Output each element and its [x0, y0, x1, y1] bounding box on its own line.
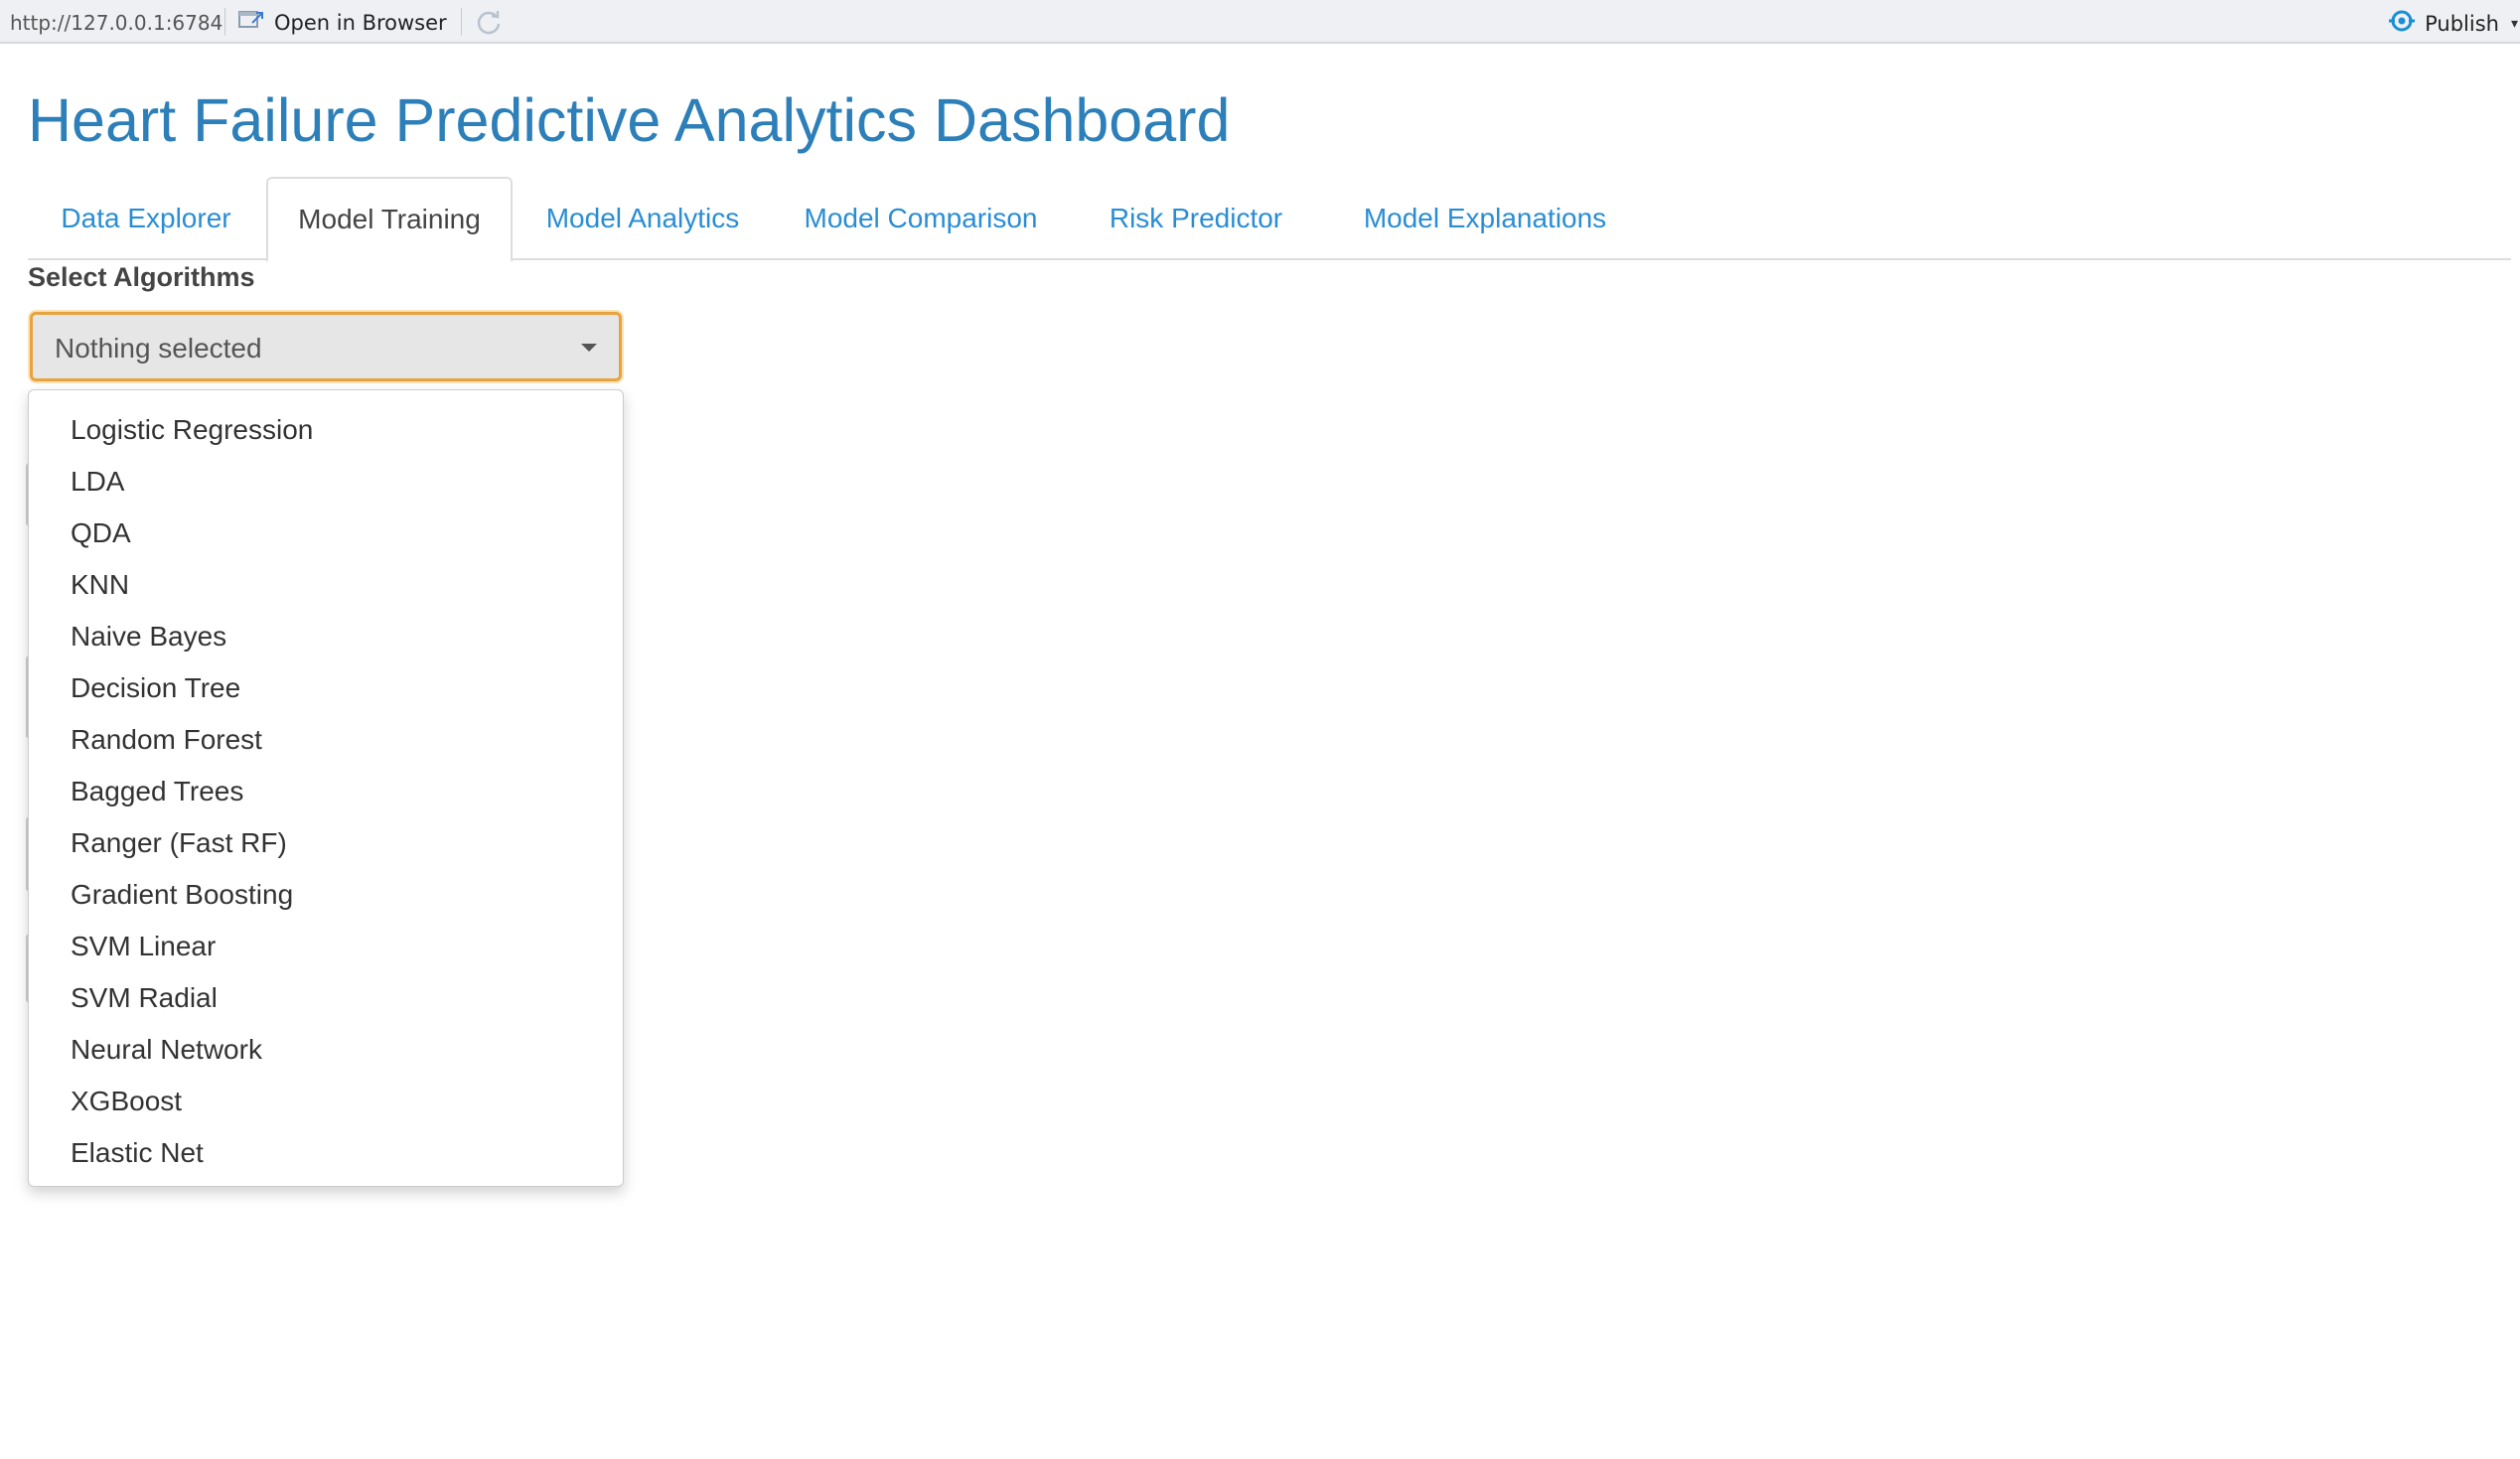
tab-model-explanations[interactable]: Model Explanations — [1335, 177, 1635, 260]
option-gradient-boosting[interactable]: Gradient Boosting — [29, 869, 623, 921]
option-naive-bayes[interactable]: Naive Bayes — [29, 611, 623, 662]
tab-model-training[interactable]: Model Training — [266, 177, 513, 262]
open-browser-icon — [238, 9, 264, 36]
tab-data-explorer[interactable]: Data Explorer — [28, 177, 264, 260]
option-qda[interactable]: QDA — [29, 508, 623, 559]
open-in-browser-button[interactable]: Open in Browser — [238, 9, 447, 36]
option-bagged-trees[interactable]: Bagged Trees — [29, 766, 623, 817]
viewer-toolbar: http://127.0.0.1:6784 Open in Browser Pu… — [0, 0, 2520, 44]
toolbar-divider — [461, 8, 462, 36]
option-svm-linear[interactable]: SVM Linear — [29, 921, 623, 972]
chevron-down-icon[interactable]: ▾ — [2511, 15, 2518, 32]
option-knn[interactable]: KNN — [29, 559, 623, 611]
publish-icon — [2387, 8, 2417, 39]
algorithm-dropdown-menu: Logistic Regression LDA QDA KNN Naive Ba… — [28, 389, 624, 1187]
option-logistic-regression[interactable]: Logistic Regression — [29, 404, 623, 456]
publish-button[interactable]: Publish ▾ — [2387, 8, 2520, 39]
option-random-forest[interactable]: Random Forest — [29, 714, 623, 766]
publish-label: Publish — [2425, 11, 2499, 36]
url-text: http://127.0.0.1:6784 — [10, 11, 223, 35]
algorithm-select[interactable]: Nothing selected — [30, 312, 622, 381]
option-svm-radial[interactable]: SVM Radial — [29, 972, 623, 1024]
select-algorithms-label: Select Algorithms — [28, 262, 255, 292]
tab-model-analytics[interactable]: Model Analytics — [519, 177, 767, 260]
open-in-browser-label: Open in Browser — [274, 10, 447, 35]
option-elastic-net[interactable]: Elastic Net — [29, 1127, 623, 1179]
tab-bar: Data Explorer Model Training Model Analy… — [28, 177, 2511, 262]
tab-risk-predictor[interactable]: Risk Predictor — [1085, 177, 1307, 260]
option-xgboost[interactable]: XGBoost — [29, 1076, 623, 1127]
option-decision-tree[interactable]: Decision Tree — [29, 662, 623, 714]
algorithm-select-value: Nothing selected — [55, 333, 262, 364]
toolbar-divider — [224, 8, 225, 36]
option-ranger[interactable]: Ranger (Fast RF) — [29, 817, 623, 869]
option-neural-network[interactable]: Neural Network — [29, 1024, 623, 1076]
refresh-icon — [475, 11, 503, 40]
chevron-down-icon — [581, 344, 597, 352]
option-lda[interactable]: LDA — [29, 456, 623, 508]
refresh-button[interactable] — [475, 8, 503, 36]
tab-model-comparison[interactable]: Model Comparison — [785, 177, 1057, 260]
page-title: Heart Failure Predictive Analytics Dashb… — [28, 86, 1231, 154]
